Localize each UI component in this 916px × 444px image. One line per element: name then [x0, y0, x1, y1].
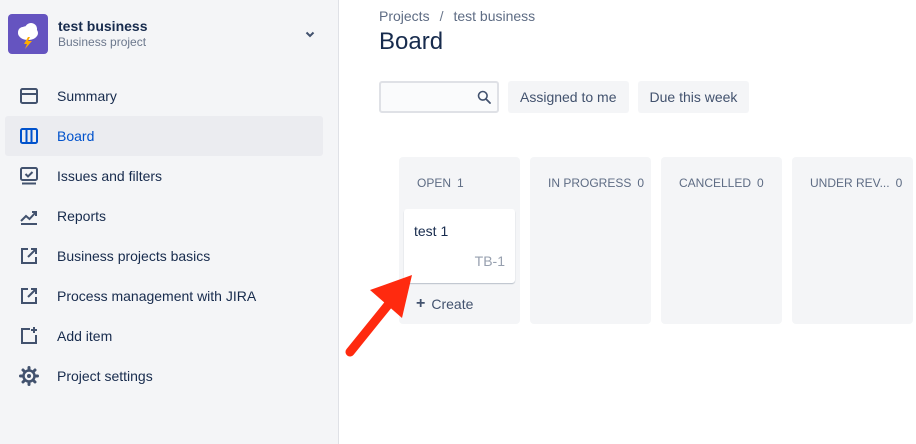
sidebar-item-label: Add item	[57, 328, 113, 344]
column-count: 0	[757, 176, 764, 190]
sidebar-item-add-item[interactable]: Add item	[5, 316, 323, 356]
external-link-icon	[18, 285, 40, 307]
column-name: CANCELLED	[679, 176, 752, 190]
column-header: OPEN 1	[417, 176, 464, 190]
sidebar-item-process-management[interactable]: Process management with JIRA	[5, 276, 323, 316]
create-label: Create	[431, 296, 474, 312]
sidebar-item-label: Process management with JIRA	[57, 288, 257, 304]
column-count: 1	[457, 176, 464, 190]
column-name: UNDER REV...	[810, 176, 890, 190]
add-item-icon	[18, 325, 40, 347]
sidebar-item-label: Issues and filters	[57, 168, 163, 184]
column-count: 0	[637, 176, 645, 190]
sidebar-item-label: Summary	[57, 88, 117, 104]
sidebar-nav: Summary Board Issues and filters Reports…	[5, 76, 323, 396]
column-name: OPEN	[417, 176, 452, 190]
breadcrumb: Projects / test business	[379, 8, 535, 24]
board-column-under-review: UNDER REV... 0	[792, 157, 913, 324]
reports-icon	[18, 205, 40, 227]
board-column-in-progress: IN PROGRESS 0	[530, 157, 651, 324]
column-header: IN PROGRESS 0	[548, 176, 644, 190]
cloud-lightning-icon	[18, 23, 38, 49]
board-icon	[18, 125, 40, 147]
issue-card-title: test 1	[414, 223, 449, 239]
breadcrumb-separator: /	[439, 8, 444, 24]
search-box	[379, 81, 499, 113]
toolbar: Assigned to me Due this week	[379, 81, 750, 113]
create-issue-button[interactable]: + Create	[416, 295, 473, 313]
board-column-cancelled: CANCELLED 0	[661, 157, 782, 324]
column-name: IN PROGRESS	[548, 176, 632, 190]
external-link-icon	[18, 245, 40, 267]
sidebar-item-label: Business projects basics	[57, 248, 211, 264]
due-this-week-filter[interactable]: Due this week	[637, 81, 750, 113]
issue-card-key: TB-1	[474, 253, 505, 269]
sidebar-item-issues[interactable]: Issues and filters	[5, 156, 323, 196]
assigned-to-me-filter[interactable]: Assigned to me	[508, 81, 629, 113]
sidebar-item-project-settings[interactable]: Project settings	[5, 356, 323, 396]
page-title: Board	[379, 28, 444, 55]
sidebar-item-summary[interactable]: Summary	[5, 76, 323, 116]
breadcrumb-projects[interactable]: Projects	[379, 8, 430, 24]
column-header: UNDER REV... 0	[810, 176, 902, 190]
chevron-down-icon[interactable]	[298, 22, 322, 46]
breadcrumb-current[interactable]: test business	[453, 8, 535, 24]
sidebar-item-reports[interactable]: Reports	[5, 196, 323, 236]
column-header: CANCELLED 0	[679, 176, 764, 190]
sidebar-item-label: Board	[57, 128, 95, 144]
sidebar-item-board[interactable]: Board	[5, 116, 323, 156]
column-count: 0	[895, 176, 903, 190]
board-columns: OPEN 1 test 1 TB-1 + Create IN PROGRESS …	[399, 157, 916, 324]
sidebar-item-label: Reports	[57, 208, 107, 224]
sidebar-item-business-basics[interactable]: Business projects basics	[5, 236, 323, 276]
sidebar-item-label: Project settings	[57, 368, 153, 384]
project-avatar	[8, 14, 48, 54]
issues-icon	[18, 165, 40, 187]
project-header[interactable]: test business Business project	[8, 14, 328, 54]
project-name: test business	[58, 18, 148, 34]
gear-icon	[18, 365, 40, 387]
summary-icon	[18, 85, 40, 107]
red-arrow-annotation	[345, 275, 412, 357]
issue-card[interactable]: test 1 TB-1	[404, 209, 515, 283]
main-content: Projects / test business Board Assigned …	[340, 0, 916, 444]
sidebar: test business Business project Summary B…	[0, 0, 339, 444]
search-icon	[477, 90, 491, 104]
project-type: Business project	[58, 35, 147, 49]
